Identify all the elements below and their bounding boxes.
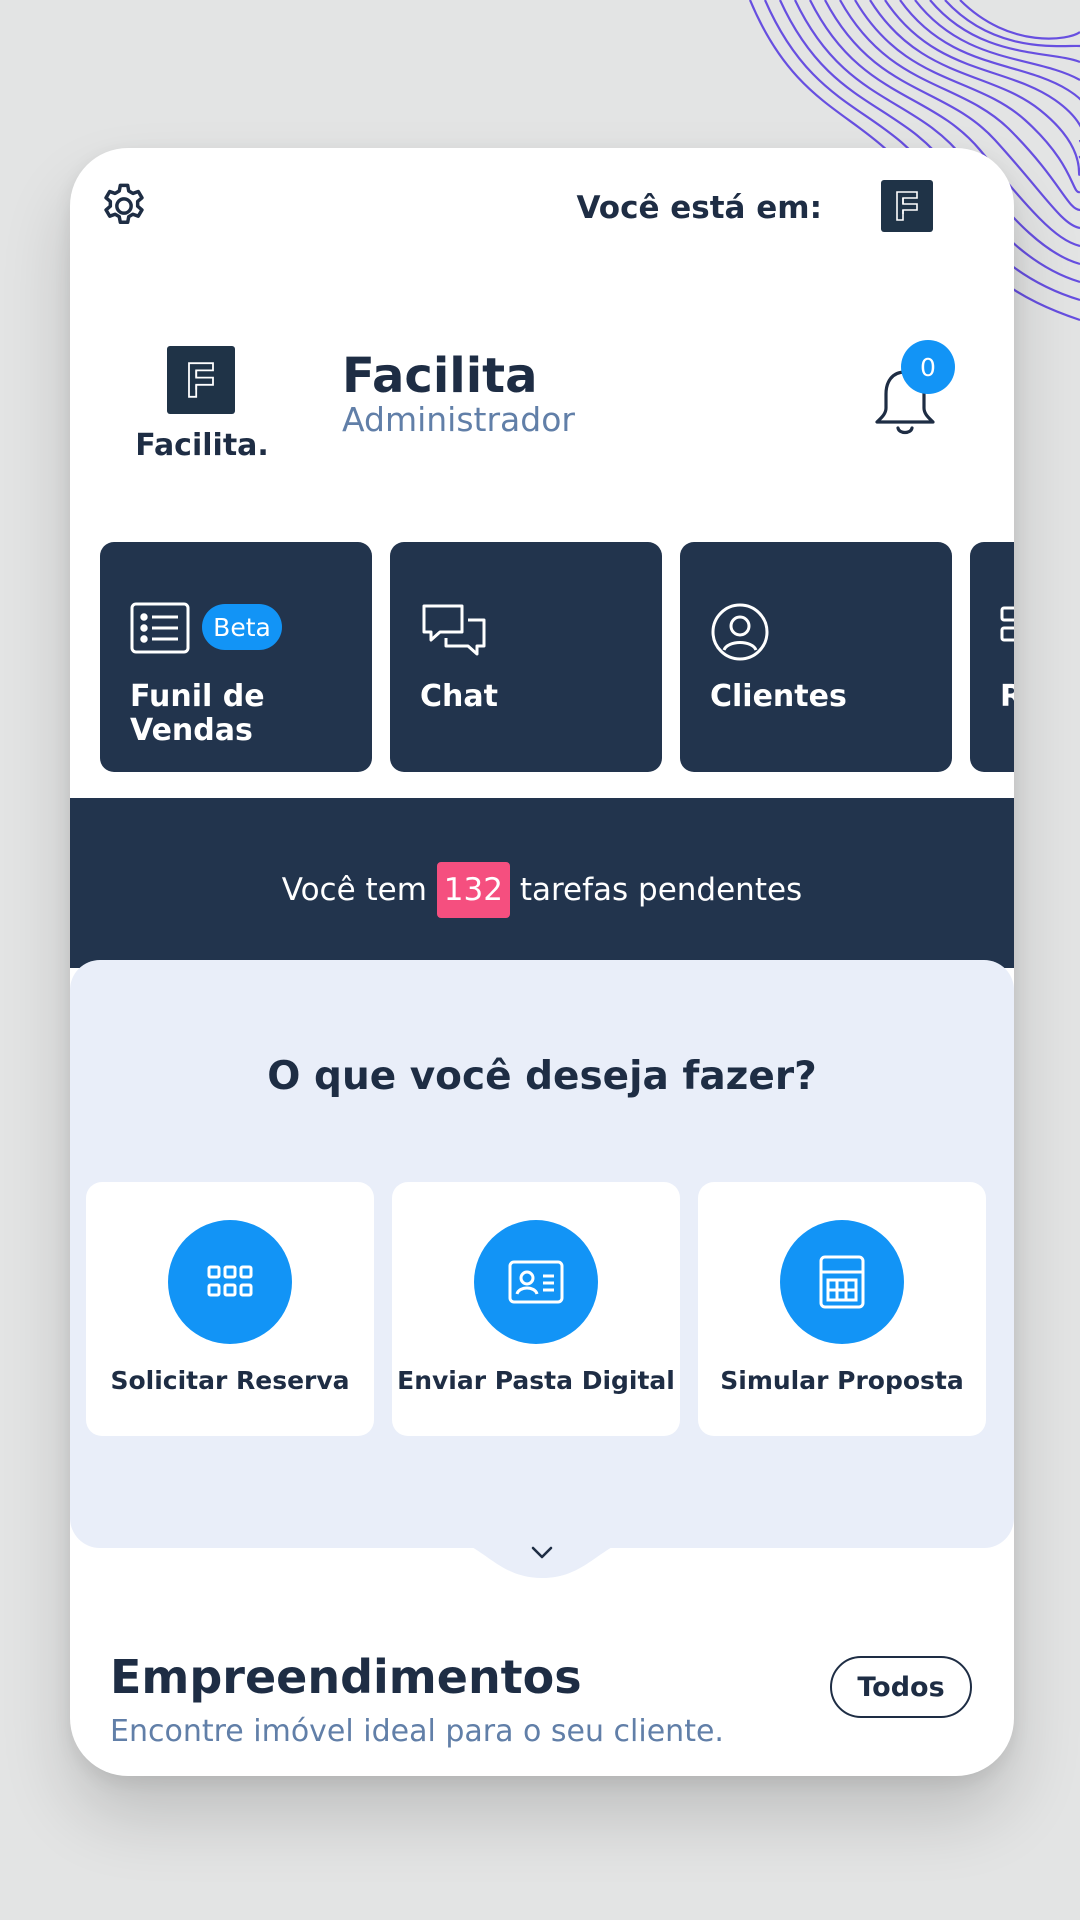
- facilita-logo-icon: [188, 362, 214, 398]
- app-screen: Você está em: Facilita. Facilita Adminis…: [70, 148, 1014, 1776]
- module-partial[interactable]: R: [970, 542, 1014, 772]
- calculator-icon: [819, 1255, 865, 1309]
- action-label: Solicitar Reserva: [110, 1366, 350, 1395]
- pending-count-badge: 132: [436, 862, 510, 918]
- user-circle-icon: [711, 603, 769, 661]
- profile-name: Facilita: [342, 348, 538, 404]
- module-chat[interactable]: Chat: [390, 542, 662, 772]
- action-enviar-pasta-digital[interactable]: Enviar Pasta Digital: [392, 1182, 680, 1436]
- module-label: R: [1000, 679, 1014, 714]
- action-label: Simular Proposta: [720, 1366, 964, 1395]
- action-solicitar-reserva[interactable]: Solicitar Reserva: [86, 1182, 374, 1436]
- list-icon: [130, 602, 190, 654]
- current-location-label: Você está em:: [576, 190, 822, 226]
- facilita-logo-icon: [896, 191, 918, 221]
- brand-name: Facilita.: [135, 428, 269, 463]
- action-icon-circle: [474, 1220, 598, 1344]
- notification-count-badge: 0: [901, 340, 955, 394]
- section-title: Empreendimentos: [110, 1650, 582, 1704]
- profile-role: Administrador: [342, 400, 575, 439]
- module-label: Funil de Vendas: [130, 679, 265, 748]
- pending-tasks-text: Você tem 132 tarefas pendentes: [70, 862, 1014, 918]
- brand-logo: [167, 346, 235, 414]
- grid-dots-icon: [207, 1265, 253, 1297]
- chat-icon: [422, 604, 486, 656]
- action-icon-circle: [168, 1220, 292, 1344]
- todos-button[interactable]: Todos: [830, 1656, 972, 1718]
- id-card-icon: [508, 1260, 564, 1304]
- grid-icon: [1000, 606, 1014, 642]
- action-label: Enviar Pasta Digital: [397, 1366, 675, 1395]
- module-label: Chat: [420, 679, 498, 714]
- action-simular-proposta[interactable]: Simular Proposta: [698, 1182, 986, 1436]
- expand-toggle[interactable]: [432, 1536, 652, 1594]
- gear-icon[interactable]: [98, 180, 150, 232]
- section-subtitle: Encontre imóvel ideal para o seu cliente…: [110, 1714, 724, 1749]
- action-icon-circle: [780, 1220, 904, 1344]
- beta-badge: Beta: [202, 604, 282, 650]
- module-label: Clientes: [710, 679, 847, 714]
- pending-prefix: Você tem: [281, 872, 427, 908]
- modules-carousel[interactable]: Beta Funil de Vendas Chat Clientes R: [100, 542, 1014, 772]
- pending-suffix: tarefas pendentes: [519, 872, 803, 908]
- tenant-switcher-button[interactable]: [881, 180, 933, 232]
- module-funil-de-vendas[interactable]: Beta Funil de Vendas: [100, 542, 372, 772]
- quick-actions-title: O que você deseja fazer?: [267, 1054, 817, 1099]
- module-clientes[interactable]: Clientes: [680, 542, 952, 772]
